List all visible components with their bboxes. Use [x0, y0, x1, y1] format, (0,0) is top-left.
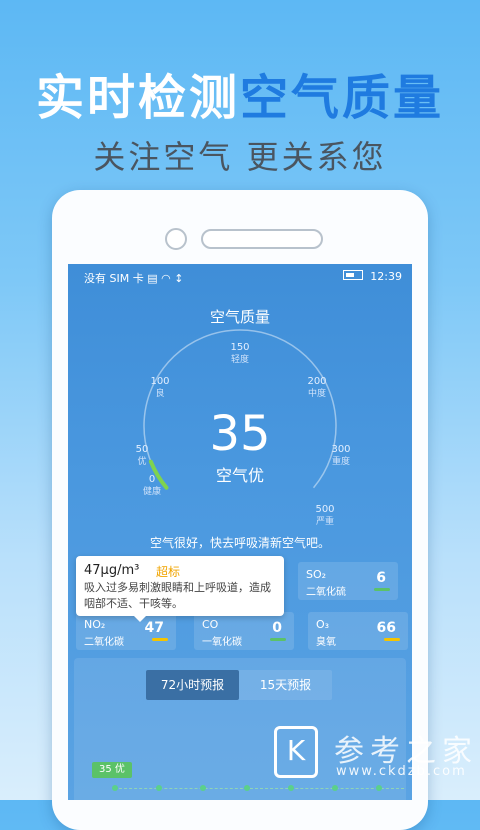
forecast-point-label: 35 优 [92, 762, 132, 778]
level-bar [270, 638, 286, 641]
pollutant-value: 0 [272, 620, 282, 636]
forecast-point[interactable] [376, 785, 382, 791]
tooltip-arrow [134, 616, 146, 622]
pollutant-tooltip: 47μg/m³ 超标 吸入过多易刺激眼睛和上呼吸道，造成咽部不适、干咳等。 [76, 556, 284, 622]
tick-desc: 轻度 [230, 355, 249, 365]
forecast-point[interactable] [156, 785, 162, 791]
tick-desc: 健康 [142, 487, 161, 497]
pollutant-formula: O₃ [316, 618, 330, 631]
forecast-point[interactable] [288, 785, 294, 791]
forecast-tabs: 72小时预报 15天预报 [146, 670, 332, 700]
pollutant-formula: SO₂ [306, 568, 327, 581]
tick-value: 100 [150, 376, 170, 387]
level-bar [384, 638, 400, 641]
aqi-value: 35 [209, 406, 271, 462]
watermark-logo: K [274, 726, 318, 778]
pollutant-formula: CO [202, 618, 219, 631]
pollutant-card-co[interactable]: CO 一氧化碳 0 [194, 612, 294, 650]
watermark-url: www.ckdzb.com [336, 764, 467, 779]
tick-value: 500 [315, 504, 335, 515]
pollutant-card-o3[interactable]: O₃ 臭氧 66 [308, 612, 408, 650]
tooltip-description: 吸入过多易刺激眼睛和上呼吸道，造成咽部不适、干咳等。 [84, 581, 271, 610]
promo-subline: 关注空气 更关系您 [93, 138, 387, 176]
pollutant-name: 一氧化碳 [202, 637, 242, 648]
tick-desc: 中度 [307, 389, 326, 399]
pollutant-value: 66 [376, 620, 396, 636]
phone-speaker [201, 229, 323, 249]
forecast-point[interactable] [112, 785, 118, 791]
pollutant-formula: NO₂ [84, 618, 106, 631]
promo-headline: 实时检测空气质量 [0, 58, 480, 128]
headline-blue: 空气质量 [240, 70, 445, 126]
tick-desc: 良 [155, 389, 165, 399]
pollutant-value: 6 [376, 570, 386, 586]
forecast-point[interactable] [200, 785, 206, 791]
phone-camera [165, 228, 187, 250]
tooltip-tag: 超标 [156, 565, 181, 579]
level-bar [374, 588, 390, 591]
tick-value: 200 [307, 376, 327, 387]
pollutant-value: 47 [144, 620, 164, 636]
gauge-tick: 500 严重 [307, 504, 343, 528]
pollutant-name: 二氧化硫 [306, 587, 346, 598]
pollutant-card-so2[interactable]: SO₂ 二氧化硫 6 [298, 562, 398, 600]
tab-15-day[interactable]: 15天预报 [239, 670, 332, 700]
forecast-point[interactable] [244, 785, 250, 791]
tab-72-hour[interactable]: 72小时预报 [146, 670, 239, 700]
level-bar [152, 638, 168, 641]
aqi-level: 空气优 [215, 466, 264, 485]
air-message: 空气很好，快去呼吸清新空气吧。 [149, 536, 330, 550]
pollutant-card-no2[interactable]: NO₂ 二氧化碳 47 [76, 612, 176, 650]
app-screen: 没有 SIM 卡 ▤ ◠ ↕ 12:39 空气质量 0 健康 50 优 100 良 150 轻… [68, 264, 412, 800]
pollutant-name: 二氧化碳 [84, 637, 124, 648]
tooltip-value: 47μg/m³ [84, 563, 140, 578]
headline-white: 实时检测 [35, 70, 240, 126]
tick-desc: 严重 [315, 517, 334, 527]
tick-value: 150 [230, 342, 250, 353]
gauge-tick: 150 轻度 [222, 342, 258, 366]
gauge-tick: 200 中度 [299, 376, 335, 400]
gauge-tick: 100 良 [142, 376, 178, 400]
pollutant-name: 臭氧 [316, 637, 336, 648]
forecast-point[interactable] [332, 785, 338, 791]
